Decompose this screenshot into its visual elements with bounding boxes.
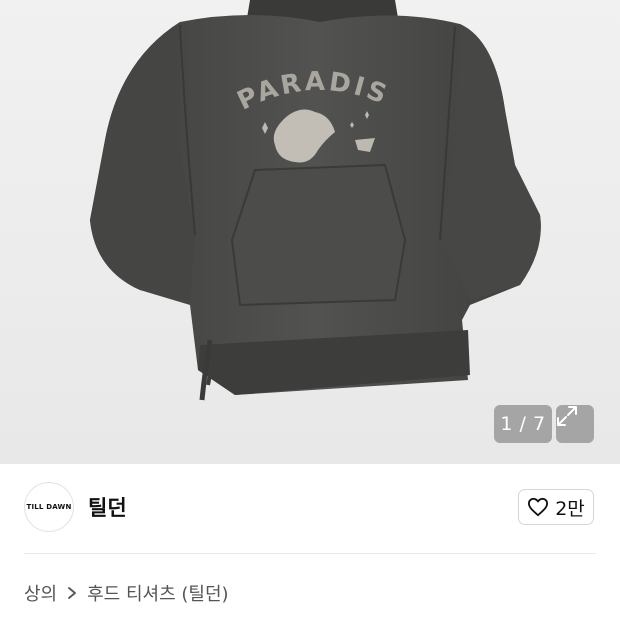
expand-button[interactable] — [556, 405, 594, 443]
hoodie-image: PARADISE — [0, 0, 541, 401]
expand-icon — [557, 406, 577, 426]
breadcrumb-category[interactable]: 상의 — [24, 580, 57, 606]
chevron-right-icon — [67, 586, 77, 600]
brand-logo[interactable]: TILL DAWN — [24, 482, 74, 532]
breadcrumb: 상의 후드 티셔츠 (틸던) — [24, 580, 229, 606]
brand-row: TILL DAWN 틸던 2만 — [24, 482, 596, 534]
heart-icon — [528, 497, 549, 517]
like-button[interactable]: 2만 — [518, 489, 594, 525]
breadcrumb-product-title[interactable]: 후드 티셔츠 (틸던) — [87, 580, 228, 606]
divider — [24, 553, 596, 554]
product-page: PARADISE 1 / 7 TILL DAWN 틸던 2만 — [0, 0, 620, 620]
brand-name[interactable]: 틸던 — [88, 492, 127, 522]
product-image-gallery[interactable]: PARADISE 1 / 7 — [0, 0, 620, 464]
like-count: 2만 — [555, 497, 585, 520]
image-counter: 1 / 7 — [494, 405, 552, 443]
brand-logo-text: TILL DAWN — [26, 503, 72, 511]
